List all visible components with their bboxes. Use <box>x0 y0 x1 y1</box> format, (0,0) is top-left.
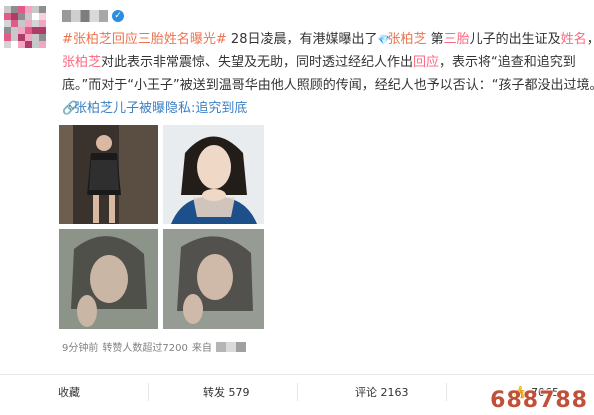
source-mosaic[interactable] <box>215 341 246 352</box>
post-meta: 9分钟前 转赞人数超过7200 来自 <box>62 339 246 354</box>
mention-gem-icon: 💎 <box>377 35 390 46</box>
post-text-segment: 底。”而对于“小王子”被送到温哥华由他人照顾的传闻，经纪人也予以否认：“孩子都没… <box>62 78 594 93</box>
username-mosaic[interactable] <box>62 10 108 22</box>
post-text-segment: 对此表示非常震惊、失望及无助，同时透过经纪人作出 <box>101 55 414 70</box>
link-icon: 🔗 <box>62 101 79 116</box>
photo-4[interactable] <box>163 229 264 329</box>
post-text-segment: 第 <box>426 32 444 47</box>
username-row[interactable]: ✓ <box>62 8 124 24</box>
favorite-label: 收藏 <box>58 386 80 399</box>
actions-divider <box>0 374 594 375</box>
keyword-respond: 回应 <box>413 55 440 70</box>
action-separator <box>148 383 149 401</box>
post-text-segment: 儿子的出生证及 <box>469 32 561 47</box>
keyword-surname: 姓名 <box>560 32 587 47</box>
post-text-segment: ， <box>587 32 594 47</box>
post-text-segment: 28日凌晨，有港媒曝出了 <box>226 32 378 47</box>
keyword-third: 三胎 <box>443 32 470 47</box>
comment-label: 评论 2163 <box>355 386 409 399</box>
avatar[interactable] <box>4 6 46 52</box>
verified-icon: ✓ <box>112 10 124 22</box>
photo-1[interactable] <box>59 125 158 224</box>
action-separator <box>446 383 447 401</box>
photo-2[interactable] <box>163 125 264 224</box>
keyword-name: 张柏芝 <box>62 55 102 70</box>
post-text-segment: ，表示将“追查和追究到 <box>439 55 576 70</box>
post-reposts-note: 转赞人数超过7200 <box>102 343 188 354</box>
favorite-button[interactable]: 收藏 <box>58 382 80 402</box>
post-text: #张柏芝回应三胎姓名曝光# 28日凌晨，有港媒曝出了💎张柏芝 第三胎儿子的出生证… <box>62 28 594 120</box>
watermark: 688788 <box>490 388 588 413</box>
post-time[interactable]: 9分钟前 <box>62 339 98 354</box>
photo-3[interactable] <box>59 229 158 329</box>
repost-button[interactable]: 转发 579 <box>203 382 250 402</box>
hashtag-link[interactable]: #张柏芝回应三胎姓名曝光# <box>62 32 227 47</box>
post-source-label: 来自 <box>191 343 212 354</box>
weibo-post-card: ✓ #张柏芝回应三胎姓名曝光# 28日凌晨，有港媒曝出了💎张柏芝 第三胎儿子的出… <box>0 0 594 415</box>
mention-link[interactable]: 张柏芝 <box>387 32 426 47</box>
comment-button[interactable]: 评论 2163 <box>355 382 409 402</box>
action-separator <box>297 383 298 401</box>
article-link[interactable]: 张柏芝儿子被曝隐私:追究到底 <box>74 101 247 116</box>
repost-label: 转发 579 <box>203 386 250 399</box>
